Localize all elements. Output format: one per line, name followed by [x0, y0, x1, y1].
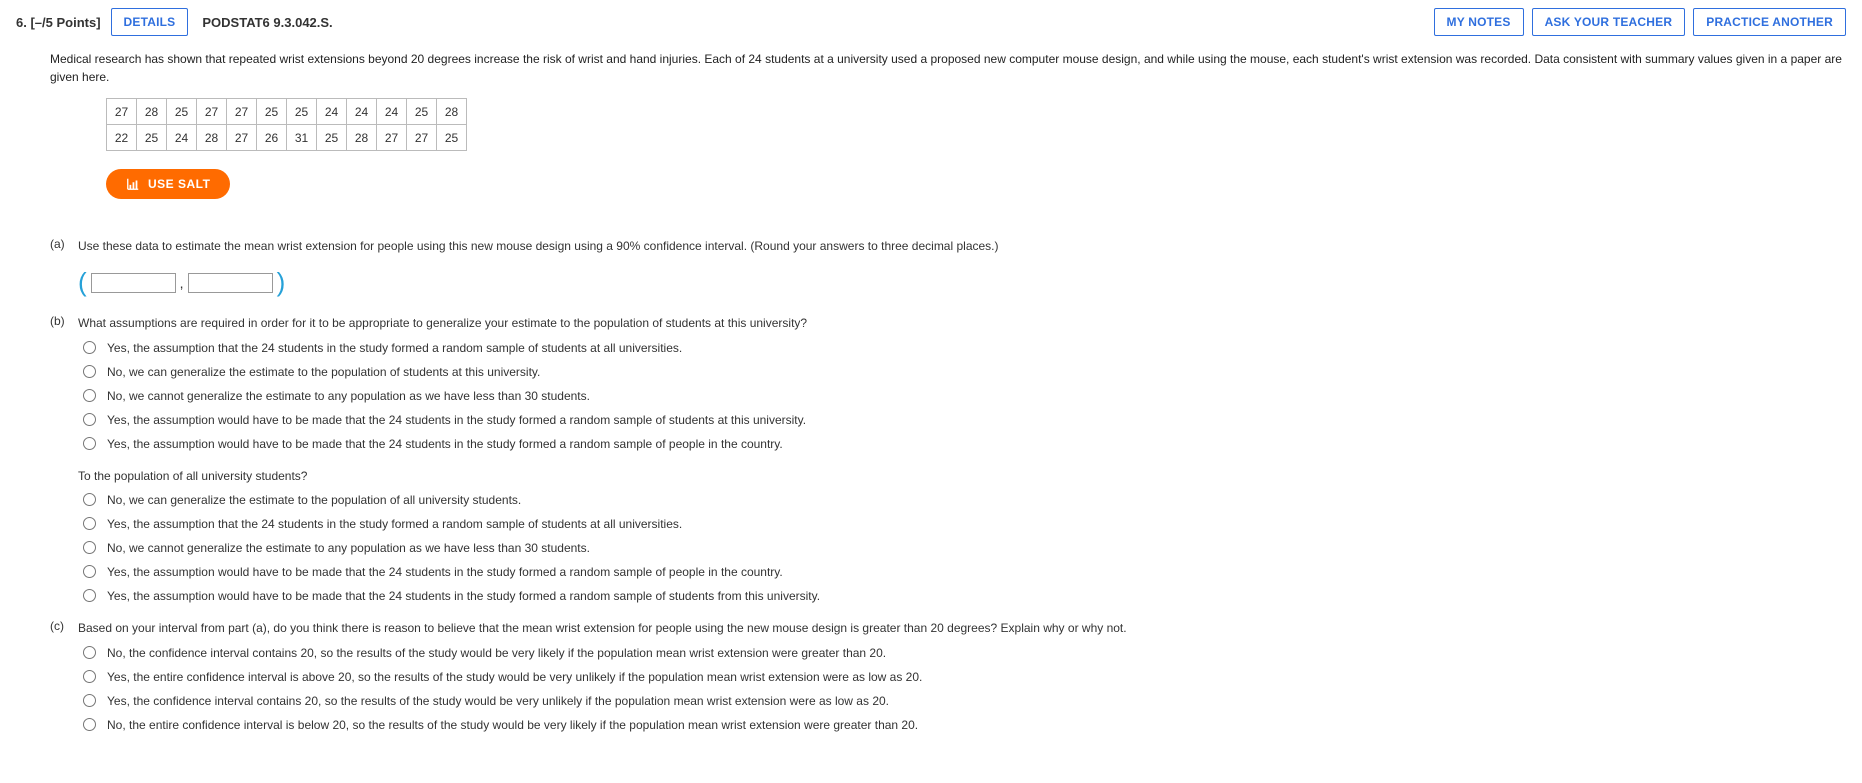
part-b2-option[interactable]: No, we cannot generalize the estimate to…: [78, 539, 1846, 557]
question-header: 6. [–/5 Points] DETAILS PODSTAT6 9.3.042…: [16, 8, 1846, 36]
data-cell: 27: [197, 99, 227, 125]
data-cell: 25: [137, 125, 167, 151]
data-cell: 25: [287, 99, 317, 125]
my-notes-button[interactable]: MY NOTES: [1434, 8, 1524, 36]
data-cell: 25: [257, 99, 287, 125]
data-cell: 27: [227, 125, 257, 151]
part-b2-option-text: No, we cannot generalize the estimate to…: [107, 539, 590, 557]
data-cell: 25: [437, 125, 467, 151]
data-cell: 27: [107, 99, 137, 125]
use-salt-label: USE SALT: [148, 177, 210, 191]
part-b2-option[interactable]: Yes, the assumption that the 24 students…: [78, 515, 1846, 533]
data-cell: 24: [167, 125, 197, 151]
data-cell: 25: [167, 99, 197, 125]
data-cell: 28: [197, 125, 227, 151]
data-cell: 28: [137, 99, 167, 125]
data-cell: 27: [407, 125, 437, 151]
part-c-text: Based on your interval from part (a), do…: [78, 621, 1127, 635]
part-b2-option[interactable]: No, we can generalize the estimate to th…: [78, 491, 1846, 509]
part-b-text: What assumptions are required in order f…: [78, 316, 807, 330]
part-b1-option-text: Yes, the assumption would have to be mad…: [107, 435, 783, 453]
part-c-option[interactable]: No, the entire confidence interval is be…: [78, 716, 1846, 734]
use-salt-button[interactable]: USE SALT: [106, 169, 230, 199]
bar-chart-icon: [126, 177, 140, 191]
data-cell: 25: [407, 99, 437, 125]
part-b2-option-text: Yes, the assumption would have to be mad…: [107, 587, 820, 605]
part-b1-option-text: Yes, the assumption that the 24 students…: [107, 339, 682, 357]
part-c-radio[interactable]: [83, 694, 96, 707]
ci-lower-input[interactable]: [91, 273, 176, 293]
paren-close: ): [277, 262, 286, 304]
part-b2-option-text: No, we can generalize the estimate to th…: [107, 491, 521, 509]
part-b-subquestion: To the population of all university stud…: [78, 467, 1846, 485]
confidence-interval-input: ( , ): [78, 262, 1846, 304]
part-b1-option-text: No, we can generalize the estimate to th…: [107, 363, 540, 381]
part-c-radio[interactable]: [83, 670, 96, 683]
part-b1-option[interactable]: No, we can generalize the estimate to th…: [78, 363, 1846, 381]
part-b1-radio[interactable]: [83, 365, 96, 378]
part-c-option[interactable]: Yes, the confidence interval contains 20…: [78, 692, 1846, 710]
part-b-label: (b): [50, 314, 78, 333]
data-cell: 28: [437, 99, 467, 125]
part-b1-option[interactable]: No, we cannot generalize the estimate to…: [78, 387, 1846, 405]
ask-teacher-button[interactable]: ASK YOUR TEACHER: [1532, 8, 1686, 36]
data-cell: 28: [347, 125, 377, 151]
part-b1-radio[interactable]: [83, 437, 96, 450]
part-c-option-text: Yes, the confidence interval contains 20…: [107, 692, 889, 710]
details-button[interactable]: DETAILS: [111, 8, 189, 36]
data-cell: 25: [317, 125, 347, 151]
practice-another-button[interactable]: PRACTICE ANOTHER: [1693, 8, 1846, 36]
part-c-radio[interactable]: [83, 646, 96, 659]
paren-open: (: [78, 262, 87, 304]
data-cell: 26: [257, 125, 287, 151]
part-c-option-text: No, the confidence interval contains 20,…: [107, 644, 886, 662]
part-b1-option[interactable]: Yes, the assumption would have to be mad…: [78, 411, 1846, 429]
part-b1-option[interactable]: Yes, the assumption would have to be mad…: [78, 435, 1846, 453]
data-cell: 24: [347, 99, 377, 125]
part-b2-option[interactable]: Yes, the assumption would have to be mad…: [78, 587, 1846, 605]
part-c-label: (c): [50, 619, 78, 638]
part-b2-radio[interactable]: [83, 541, 96, 554]
question-source: PODSTAT6 9.3.042.S.: [202, 15, 332, 30]
part-c-option[interactable]: Yes, the entire confidence interval is a…: [78, 668, 1846, 686]
data-table: 272825272725252424242528 222524282726312…: [106, 98, 467, 151]
data-cell: 24: [377, 99, 407, 125]
part-b1-option-text: No, we cannot generalize the estimate to…: [107, 387, 590, 405]
part-b2-option-text: Yes, the assumption that the 24 students…: [107, 515, 682, 533]
data-cell: 27: [227, 99, 257, 125]
part-b1-radio[interactable]: [83, 389, 96, 402]
data-cell: 22: [107, 125, 137, 151]
part-b2-radio[interactable]: [83, 565, 96, 578]
question-intro: Medical research has shown that repeated…: [50, 50, 1846, 86]
question-number-points: 6. [–/5 Points]: [16, 15, 101, 30]
part-c-option-text: No, the entire confidence interval is be…: [107, 716, 918, 734]
part-a-text: Use these data to estimate the mean wris…: [78, 239, 999, 253]
part-b1-radio[interactable]: [83, 413, 96, 426]
data-cell: 31: [287, 125, 317, 151]
part-b1-radio[interactable]: [83, 341, 96, 354]
part-b2-radio[interactable]: [83, 493, 96, 506]
part-b2-radio[interactable]: [83, 589, 96, 602]
part-b1-option[interactable]: Yes, the assumption that the 24 students…: [78, 339, 1846, 357]
part-c-option[interactable]: No, the confidence interval contains 20,…: [78, 644, 1846, 662]
part-a-label: (a): [50, 237, 78, 304]
ci-upper-input[interactable]: [188, 273, 273, 293]
part-b1-option-text: Yes, the assumption would have to be mad…: [107, 411, 806, 429]
part-c-radio[interactable]: [83, 718, 96, 731]
part-c-option-text: Yes, the entire confidence interval is a…: [107, 668, 922, 686]
part-b2-radio[interactable]: [83, 517, 96, 530]
data-cell: 27: [377, 125, 407, 151]
part-b2-option-text: Yes, the assumption would have to be mad…: [107, 563, 783, 581]
part-b2-option[interactable]: Yes, the assumption would have to be mad…: [78, 563, 1846, 581]
data-cell: 24: [317, 99, 347, 125]
ci-comma: ,: [180, 272, 184, 294]
